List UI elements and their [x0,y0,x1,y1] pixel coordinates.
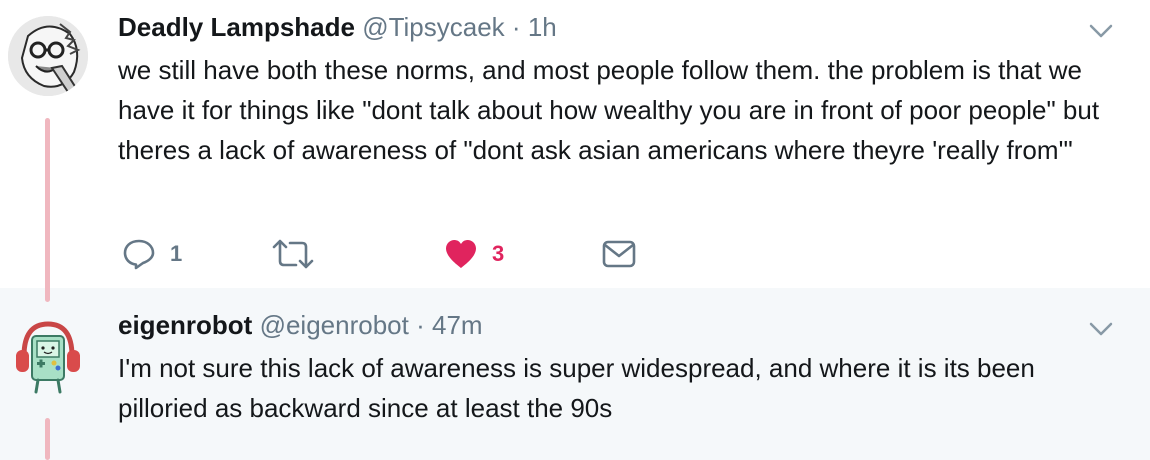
avatar[interactable] [8,16,88,96]
display-name[interactable]: eigenrobot [118,310,252,340]
envelope-icon [602,239,636,269]
tweet-header: eigenrobot @eigenrobot · 47m [118,310,483,340]
chevron-down-icon[interactable] [1088,316,1114,342]
reply-icon [122,237,156,271]
like-count: 3 [492,241,505,266]
timestamp[interactable]: 1h [528,12,557,42]
heart-icon [444,238,478,270]
avatar[interactable] [8,316,88,396]
tweet-text: we still have both these norms, and most… [118,55,1100,165]
user-handle[interactable]: @eigenrobot [260,310,409,340]
separator-dot: · [416,310,425,340]
display-name[interactable]: Deadly Lampshade [118,12,355,42]
chevron-down-icon[interactable] [1088,18,1114,44]
like-button[interactable]: 3 [444,234,504,274]
tweet-text: I'm not sure this lack of awareness is s… [118,353,1035,423]
separator-dot: · [511,12,521,42]
timestamp[interactable]: 47m [432,310,483,340]
thread-connector [45,118,50,302]
reply-count: 1 [170,241,183,266]
retweet-button[interactable] [270,234,316,274]
thread-connector [45,418,50,460]
reply-button[interactable]: 1 [122,234,182,274]
user-handle[interactable]: @Tipsycaek [362,12,504,42]
tweet-header: Deadly Lampshade @Tipsycaek · 1h [118,12,557,42]
tweet-actions: 1 3 [118,234,718,274]
retweet-icon [270,237,316,271]
direct-message-button[interactable] [602,234,636,274]
